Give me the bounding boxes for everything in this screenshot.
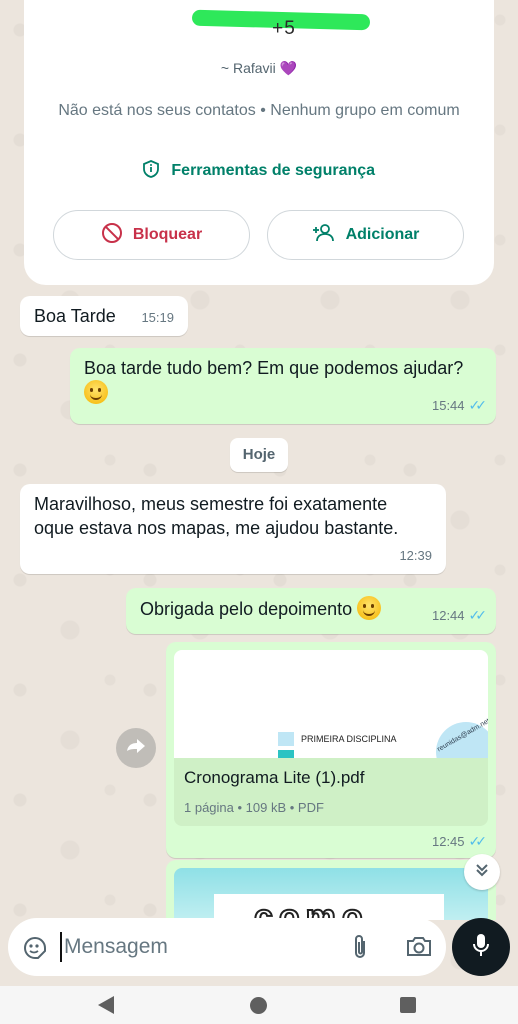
message-time-wrap: 15:44 ✓✓ bbox=[431, 393, 488, 418]
forward-button[interactable] bbox=[116, 728, 156, 768]
message-time: 12:39 bbox=[399, 548, 432, 563]
message-text: Boa Tarde bbox=[34, 306, 116, 326]
system-navigation-bar bbox=[0, 986, 518, 1024]
safety-tools-link[interactable]: Ferramentas de segurança bbox=[24, 160, 494, 183]
recent-apps-icon[interactable] bbox=[400, 997, 416, 1013]
preview-label: PRIMEIRA DISCIPLINA bbox=[301, 734, 397, 744]
block-button[interactable]: Bloquear bbox=[53, 210, 250, 260]
forward-icon bbox=[125, 738, 147, 759]
document-meta: 1 página • 109 kB • PDF bbox=[184, 800, 324, 815]
document-info[interactable]: Cronograma Lite (1).pdf 1 página • 109 k… bbox=[174, 758, 488, 826]
purple-heart-emoji: 💜 bbox=[279, 60, 298, 76]
not-in-contacts-notice: Não está nos seus contatos • Nenhum grup… bbox=[58, 102, 460, 119]
read-ticks-icon: ✓✓ bbox=[468, 833, 488, 849]
message-text: Obrigada pelo depoimento bbox=[140, 599, 353, 619]
shield-icon bbox=[143, 160, 159, 183]
message-time: 12:45 bbox=[431, 834, 465, 849]
image-message[interactable]: como bbox=[166, 860, 496, 920]
image-preview[interactable]: como bbox=[174, 868, 488, 920]
read-ticks-icon: ✓✓ bbox=[468, 607, 488, 623]
preview-square bbox=[278, 750, 294, 758]
smiling-emoji bbox=[84, 380, 108, 404]
message-text: Maravilhoso, meus semestre foi exatament… bbox=[34, 494, 399, 538]
mic-icon bbox=[471, 932, 491, 963]
add-person-icon bbox=[312, 223, 336, 248]
phone-number: +5 bbox=[272, 18, 296, 39]
document-message[interactable]: PRIMEIRA DISCIPLINA reunidas@adm.net Cro… bbox=[166, 642, 496, 858]
preview-square bbox=[278, 732, 294, 746]
push-name-text: ~ Rafavii bbox=[220, 60, 276, 76]
message-outgoing[interactable]: Obrigada pelo depoimento 12:44 ✓✓ bbox=[126, 588, 496, 634]
voice-message-button[interactable] bbox=[452, 918, 510, 976]
scroll-to-bottom-button[interactable] bbox=[464, 854, 500, 890]
push-name: ~ Rafavii 💜 bbox=[24, 60, 494, 77]
message-outgoing[interactable]: Boa tarde tudo bem? Em que podemos ajuda… bbox=[70, 348, 496, 424]
message-incoming[interactable]: Maravilhoso, meus semestre foi exatament… bbox=[20, 484, 446, 574]
back-icon[interactable] bbox=[98, 996, 114, 1014]
add-label: Adicionar bbox=[345, 226, 420, 243]
message-time: 15:19 bbox=[141, 310, 174, 325]
camera-icon[interactable] bbox=[405, 934, 433, 963]
block-label: Bloquear bbox=[132, 226, 203, 243]
read-ticks-icon: ✓✓ bbox=[468, 397, 488, 413]
image-text: como bbox=[253, 897, 369, 920]
message-text: Boa tarde tudo bem? Em que podemos ajuda… bbox=[84, 358, 464, 378]
day-separator: Hoje bbox=[230, 438, 288, 472]
message-composer: Mensagem bbox=[8, 918, 446, 976]
message-time: 12:44 bbox=[431, 608, 465, 623]
message-time-wrap: 12:44 ✓✓ bbox=[431, 603, 488, 628]
smiling-emoji bbox=[357, 596, 382, 620]
double-chevron-down-icon bbox=[474, 862, 490, 883]
block-icon bbox=[101, 222, 123, 249]
message-input[interactable]: Mensagem bbox=[60, 932, 168, 962]
document-preview[interactable]: PRIMEIRA DISCIPLINA reunidas@adm.net bbox=[174, 650, 488, 758]
sticker-icon[interactable] bbox=[22, 935, 48, 966]
message-time: 15:44 bbox=[431, 398, 465, 413]
document-file-name: Cronograma Lite (1).pdf bbox=[184, 768, 365, 787]
paperclip-icon[interactable] bbox=[350, 934, 370, 965]
message-time-wrap: 12:45 ✓✓ bbox=[431, 833, 488, 850]
add-contact-button[interactable]: Adicionar bbox=[267, 210, 464, 260]
safety-tools-label: Ferramentas de segurança bbox=[171, 162, 376, 179]
message-incoming[interactable]: Boa Tarde 15:19 bbox=[20, 296, 188, 336]
home-icon[interactable] bbox=[250, 997, 267, 1014]
contact-info-card: +5 ~ Rafavii 💜 Não está nos seus contato… bbox=[24, 0, 494, 285]
